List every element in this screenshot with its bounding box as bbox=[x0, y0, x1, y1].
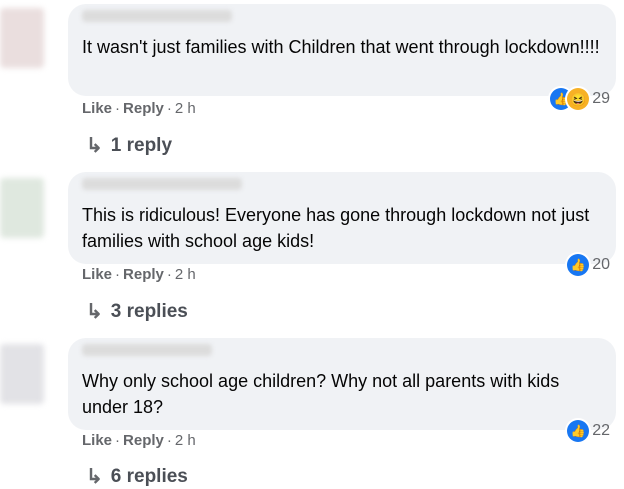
like-icon: 👍 bbox=[567, 420, 590, 442]
view-replies-button[interactable]: ↳ 1 reply bbox=[86, 133, 172, 158]
comment-bubble: This is ridiculous! Everyone has gone th… bbox=[68, 172, 616, 264]
author-name-redacted[interactable] bbox=[82, 178, 242, 190]
reaction-count: 22 bbox=[592, 422, 610, 439]
haha-icon: 😆 bbox=[567, 88, 590, 110]
reaction-summary[interactable]: 👍 20 bbox=[567, 254, 610, 276]
reply-arrow-icon: ↳ bbox=[86, 301, 103, 323]
avatar[interactable] bbox=[0, 178, 44, 238]
reaction-summary[interactable]: 👍 22 bbox=[567, 420, 610, 442]
comment-actions: Like · Reply · 2 h bbox=[82, 266, 196, 283]
reply-link[interactable]: Reply bbox=[123, 432, 164, 449]
reply-link[interactable]: Reply bbox=[123, 266, 164, 283]
timestamp[interactable]: 2 h bbox=[175, 100, 196, 117]
reaction-count: 29 bbox=[592, 90, 610, 107]
comment-bubble: It wasn't just families with Children th… bbox=[68, 4, 616, 96]
replies-label: 3 replies bbox=[110, 300, 188, 322]
author-name-redacted[interactable] bbox=[82, 10, 232, 22]
avatar[interactable] bbox=[0, 8, 44, 68]
replies-label: 1 reply bbox=[110, 134, 173, 156]
view-replies-button[interactable]: ↳ 6 replies bbox=[86, 464, 188, 489]
comment-text: Why only school age children? Why not al… bbox=[82, 371, 560, 417]
like-icon: 👍 bbox=[567, 254, 590, 276]
comment-text: It wasn't just families with Children th… bbox=[82, 37, 600, 57]
comment-bubble: Why only school age children? Why not al… bbox=[68, 338, 616, 430]
comment-actions: Like · Reply · 2 h bbox=[82, 100, 196, 117]
like-link[interactable]: Like bbox=[82, 432, 112, 449]
reply-arrow-icon: ↳ bbox=[86, 466, 103, 488]
reaction-summary[interactable]: 👍 😆 29 bbox=[550, 88, 610, 110]
comment-actions: Like · Reply · 2 h bbox=[82, 432, 196, 449]
comment-text: This is ridiculous! Everyone has gone th… bbox=[82, 205, 590, 251]
timestamp[interactable]: 2 h bbox=[175, 266, 196, 283]
author-name-redacted[interactable] bbox=[82, 344, 212, 356]
timestamp[interactable]: 2 h bbox=[175, 432, 196, 449]
reply-arrow-icon: ↳ bbox=[86, 135, 103, 157]
like-link[interactable]: Like bbox=[82, 100, 112, 117]
like-link[interactable]: Like bbox=[82, 266, 112, 283]
replies-label: 6 replies bbox=[110, 465, 188, 487]
reply-link[interactable]: Reply bbox=[123, 100, 164, 117]
view-replies-button[interactable]: ↳ 3 replies bbox=[86, 299, 188, 324]
avatar[interactable] bbox=[0, 344, 44, 404]
reaction-count: 20 bbox=[592, 256, 610, 273]
